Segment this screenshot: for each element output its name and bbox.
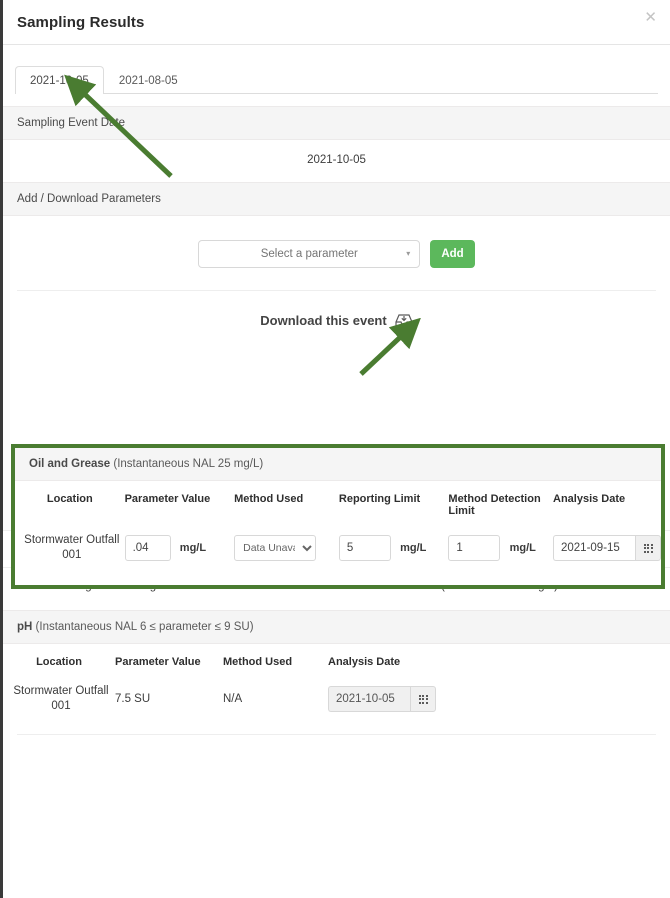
cell-method-used: Data Unavailable xyxy=(234,527,339,571)
oil-and-grease-nal-note: (Instantaneous NAL 25 mg/L) xyxy=(113,458,264,470)
calendar-grid-icon[interactable] xyxy=(635,535,661,561)
col-parameter-value: Parameter Value xyxy=(115,656,201,668)
sampling-results-modal: Sampling Results ✕ 2021-10-05 2021-08-05… xyxy=(0,0,670,898)
col-analysis-date: Analysis Date xyxy=(328,656,401,668)
tab-2021-08-05[interactable]: 2021-08-05 xyxy=(104,66,193,94)
table-header-row: Location Parameter Value Method Used Rep… xyxy=(15,481,661,527)
ph-table: Location Parameter Value Method Used Ana… xyxy=(3,644,670,722)
add-parameter-row: Select a parameter ▾ Add xyxy=(3,216,670,290)
table-header-row: Location Parameter Value Method Used Ana… xyxy=(3,644,670,678)
calendar-grid-icon[interactable] xyxy=(410,686,436,712)
reporting-limit-input[interactable] xyxy=(338,535,391,561)
method-used-select[interactable]: Data Unavailable xyxy=(234,535,317,561)
oil-and-grease-name: Oil and Grease xyxy=(29,458,111,470)
close-icon[interactable]: ✕ xyxy=(644,10,657,25)
sampling-event-date-header: Sampling Event Date xyxy=(3,106,670,140)
col-location: Location xyxy=(46,493,93,505)
ph-header: pH (Instantaneous NAL 6 ≤ parameter ≤ 9 … xyxy=(3,610,670,644)
cell-analysis-date xyxy=(328,678,670,722)
oil-and-grease-table: Location Parameter Value Method Used Rep… xyxy=(15,481,661,571)
add-button[interactable]: Add xyxy=(430,240,475,268)
method-detection-limit-input[interactable] xyxy=(448,535,501,561)
table-row: Stormwater Outfall 001 7.5 SU N/A xyxy=(3,678,670,722)
cell-method-detection-limit: mg/L xyxy=(448,527,553,571)
cell-analysis-date xyxy=(553,527,661,571)
parameter-select-value: Select a parameter xyxy=(260,248,358,260)
cell-parameter-value: 7.5 SU xyxy=(115,693,151,705)
tab-2021-10-05[interactable]: 2021-10-05 xyxy=(15,66,104,94)
chevron-down-icon: ▾ xyxy=(406,249,411,258)
parameter-value-unit: mg/L xyxy=(179,542,207,554)
ph-name: pH xyxy=(17,621,33,633)
event-tabs: 2021-10-05 2021-08-05 xyxy=(15,61,658,94)
ph-nal-note: (Instantaneous NAL 6 ≤ parameter ≤ 9 SU) xyxy=(35,621,254,633)
col-location: Location xyxy=(36,656,82,668)
inbox-download-icon xyxy=(395,313,413,328)
oil-and-grease-header: Oil and Grease (Instantaneous NAL 25 mg/… xyxy=(15,448,661,481)
download-this-event[interactable]: Download this event xyxy=(3,291,670,328)
ph-analysis-date-group xyxy=(328,686,436,712)
ph-analysis-date-input[interactable] xyxy=(328,686,410,712)
table-row: Stormwater Outfall 001 mg/L Data Unavail… xyxy=(15,527,661,571)
page-title: Sampling Results xyxy=(17,13,145,31)
col-method-used: Method Used xyxy=(234,493,304,505)
download-label: Download this event xyxy=(260,313,387,328)
cell-parameter-value: mg/L xyxy=(124,527,235,571)
oil-and-grease-highlight: Oil and Grease (Instantaneous NAL 25 mg/… xyxy=(11,444,665,589)
parameter-value-input[interactable] xyxy=(124,535,171,561)
cell-location: Stormwater Outfall 001 xyxy=(13,685,109,712)
add-download-parameters-header: Add / Download Parameters xyxy=(3,182,670,216)
col-method-detection-limit: Method Detection Limit xyxy=(448,493,541,517)
parameter-select[interactable]: Select a parameter ▾ xyxy=(198,240,421,268)
cell-reporting-limit: mg/L xyxy=(338,527,449,571)
cell-location: Stormwater Outfall 001 xyxy=(24,534,120,561)
modal-header: Sampling Results ✕ xyxy=(3,0,670,45)
cell-method-used: N/A xyxy=(223,693,243,705)
col-reporting-limit: Reporting Limit xyxy=(338,493,421,505)
analysis-date-group xyxy=(553,535,661,561)
col-method-used: Method Used xyxy=(223,656,293,668)
sampling-event-date-value: 2021-10-05 xyxy=(307,154,366,166)
analysis-date-input[interactable] xyxy=(553,535,635,561)
divider xyxy=(17,734,656,735)
method-detection-limit-unit: mg/L xyxy=(509,542,536,554)
col-analysis-date: Analysis Date xyxy=(553,493,626,505)
col-parameter-value: Parameter Value xyxy=(124,493,211,505)
reporting-limit-unit: mg/L xyxy=(400,542,427,554)
